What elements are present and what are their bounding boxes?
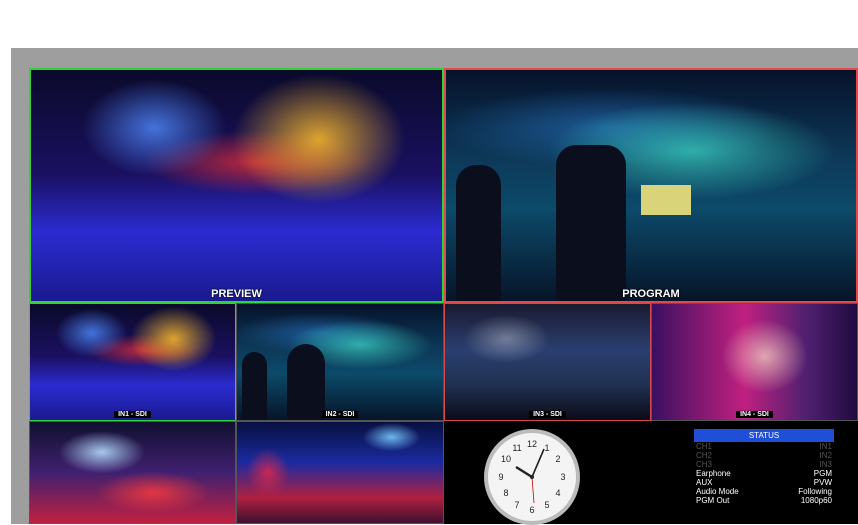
status-row: CH1 IN1 (694, 442, 834, 451)
monitor-shape (641, 185, 691, 215)
status-panel: STATUS CH1 IN1 CH2 IN2 CH3 IN3 Earphone … (694, 429, 834, 505)
status-value: PGM (813, 469, 832, 478)
input-2-label: IN2 - SDI (321, 411, 359, 418)
preview-window[interactable]: PREVIEW (29, 68, 444, 303)
status-value: IN2 (819, 451, 832, 460)
input-6-window[interactable] (236, 421, 444, 524)
input-4-window[interactable]: IN4 - SDI (651, 303, 858, 421)
svg-text:12: 12 (527, 439, 537, 449)
input-1-label: IN1 - SDI (114, 411, 151, 418)
input-2-window[interactable]: IN2 - SDI (236, 303, 444, 421)
analog-clock: 12 1 2 3 4 5 6 7 8 9 10 11 (484, 429, 580, 525)
status-value: IN3 (819, 460, 832, 469)
svg-text:4: 4 (555, 488, 560, 498)
input-6-image (237, 422, 443, 523)
preview-image (31, 70, 442, 301)
svg-text:10: 10 (501, 454, 511, 464)
program-label: PROGRAM (622, 288, 680, 300)
status-row: Audio Mode Following (694, 487, 834, 496)
input-2-image (237, 304, 443, 420)
input-3-image (445, 304, 650, 420)
status-row: CH2 IN2 (694, 451, 834, 460)
status-key: CH1 (696, 442, 713, 451)
input-4-image (652, 304, 857, 420)
input-3-window[interactable]: IN3 - SDI (444, 303, 651, 421)
svg-text:6: 6 (529, 505, 534, 515)
program-window[interactable]: PROGRAM (444, 68, 858, 303)
status-row: Earphone PGM (694, 469, 834, 478)
status-row: CH3 IN3 (694, 460, 834, 469)
clock-status-panel: 12 1 2 3 4 5 6 7 8 9 10 11 STATUS CH1 IN… (444, 421, 858, 525)
gaming-chair-shape (456, 165, 501, 301)
input-3-label: IN3 - SDI (529, 411, 566, 418)
svg-text:11: 11 (512, 443, 521, 453)
input-5-image (30, 422, 235, 523)
clock-face-icon: 12 1 2 3 4 5 6 7 8 9 10 11 (498, 439, 565, 515)
svg-text:3: 3 (560, 472, 565, 482)
status-key: Earphone (696, 469, 731, 478)
input-1-image (30, 304, 235, 420)
preview-label: PREVIEW (211, 288, 262, 300)
status-key: PGM Out (696, 496, 730, 505)
status-header: STATUS (694, 429, 834, 442)
input-4-label: IN4 - SDI (736, 411, 773, 418)
gaming-chair-shape (287, 344, 325, 420)
gaming-chair-shape (556, 145, 626, 301)
status-row: PGM Out 1080p60 (694, 496, 834, 505)
svg-text:1: 1 (544, 443, 549, 453)
status-value: IN1 (819, 442, 832, 451)
status-value: PVW (813, 478, 832, 487)
status-key: CH3 (696, 460, 713, 469)
status-value: 1080p60 (800, 496, 832, 505)
svg-text:2: 2 (555, 454, 560, 464)
svg-text:5: 5 (544, 500, 549, 510)
status-key: AUX (696, 478, 713, 487)
status-key: Audio Mode (696, 487, 739, 496)
status-row: AUX PVW (694, 478, 834, 487)
multiview-frame: PREVIEW PROGRAM IN1 - SDI IN2 - SDI IN3 … (11, 48, 858, 525)
status-key: CH2 (696, 451, 713, 460)
status-value: Following (798, 487, 832, 496)
svg-text:7: 7 (514, 500, 519, 510)
input-1-window[interactable]: IN1 - SDI (29, 303, 236, 421)
svg-text:8: 8 (503, 488, 508, 498)
input-5-window[interactable] (29, 421, 236, 524)
svg-text:9: 9 (498, 472, 503, 482)
